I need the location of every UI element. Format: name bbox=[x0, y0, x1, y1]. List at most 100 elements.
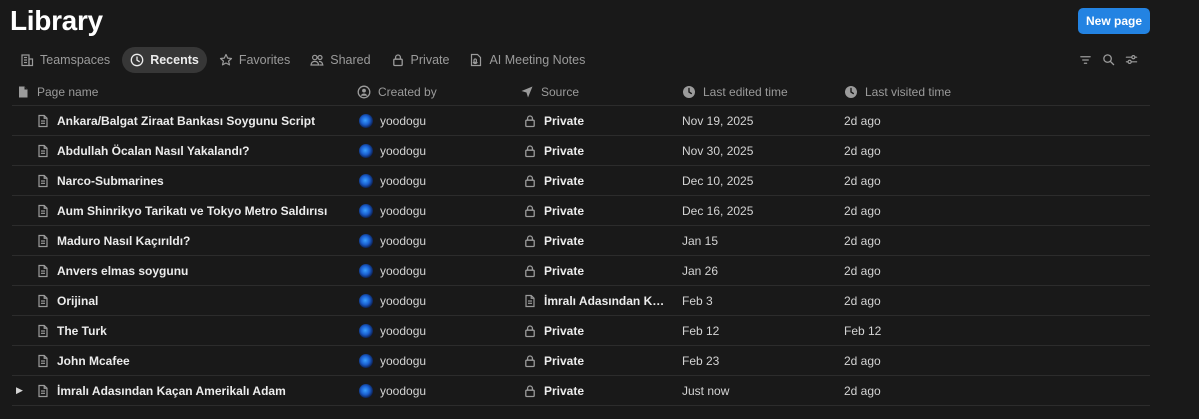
last-visited-value: Feb 12 bbox=[844, 323, 882, 338]
table-row[interactable]: Anvers elmas soygunu yoodogu Private Jan 26… bbox=[12, 256, 1150, 286]
source-cell: Private bbox=[523, 316, 683, 345]
table-row[interactable]: Abdullah Öcalan Nasıl Yakalandı? yoodogu P… bbox=[12, 136, 1150, 166]
new-page-button[interactable]: New page bbox=[1078, 8, 1150, 34]
tab-ai-meeting-notes[interactable]: AI Meeting Notes bbox=[461, 47, 593, 73]
column-header-source[interactable]: Source bbox=[520, 78, 680, 105]
last-edited-cell: Jan 15 bbox=[682, 226, 842, 255]
source-cell: İmralı Adasından Kaçan Amerikalı Adam bbox=[523, 286, 683, 315]
tab-label: Favorites bbox=[238, 53, 291, 67]
search-icon[interactable] bbox=[1102, 52, 1115, 67]
page-icon bbox=[36, 264, 50, 278]
last-visited-cell: 2d ago bbox=[844, 136, 1004, 165]
last-edited-cell: Feb 12 bbox=[682, 316, 842, 345]
column-header-last-visited[interactable]: Last visited time bbox=[844, 78, 1004, 105]
page-name-cell[interactable]: Maduro Nasıl Kaçırıldı? bbox=[36, 226, 376, 255]
page-name: Aum Shinrikyo Tarikatı ve Tokyo Metro Sa… bbox=[57, 203, 328, 218]
created-by-cell: yoodogu bbox=[359, 286, 519, 315]
tab-label: Private bbox=[410, 53, 450, 67]
column-header-last-edited[interactable]: Last edited time bbox=[682, 78, 842, 105]
page-name-cell[interactable]: Anvers elmas soygunu bbox=[36, 256, 376, 285]
source-cell: Private bbox=[523, 256, 683, 285]
page-name-cell[interactable]: The Turk bbox=[36, 316, 376, 345]
source-label: İmralı Adasından Kaçan Amerikalı Adam bbox=[544, 293, 669, 308]
lock-icon bbox=[523, 174, 537, 188]
table-row[interactable]: Ankara/Balgat Ziraat Bankası Soygunu Scr… bbox=[12, 106, 1150, 136]
column-header-created-by[interactable]: Created by bbox=[357, 78, 517, 105]
table-row[interactable]: John Mcafee yoodogu Private Feb 23 2d ago bbox=[12, 346, 1150, 376]
table-row[interactable]: Orijinal yoodogu İmralı Adasından Kaçan Am… bbox=[12, 286, 1150, 316]
table-row[interactable]: Aum Shinrikyo Tarikatı ve Tokyo Metro Sa… bbox=[12, 196, 1150, 226]
last-visited-cell: 2d ago bbox=[844, 166, 1004, 195]
creator-name: yoodogu bbox=[380, 173, 427, 188]
tab-private[interactable]: Private bbox=[383, 47, 458, 73]
last-visited-value: 2d ago bbox=[844, 113, 881, 128]
created-by-cell: yoodogu bbox=[359, 196, 519, 225]
table-body: Ankara/Balgat Ziraat Bankası Soygunu Scr… bbox=[12, 106, 1152, 406]
pages-table: Page name Created by Source Last edited … bbox=[12, 78, 1152, 406]
source-cell: Private bbox=[523, 106, 683, 135]
creator-name: yoodogu bbox=[380, 353, 427, 368]
page-name-cell[interactable]: Orijinal bbox=[36, 286, 376, 315]
last-edited-value: Jan 15 bbox=[682, 233, 719, 248]
page-name: Maduro Nasıl Kaçırıldı? bbox=[57, 233, 191, 248]
last-edited-cell: Dec 10, 2025 bbox=[682, 166, 842, 195]
page-name-cell[interactable]: İmralı Adasından Kaçan Amerikalı Adam bbox=[36, 376, 376, 405]
avatar bbox=[359, 353, 373, 368]
clock-icon bbox=[683, 85, 695, 98]
avatar bbox=[359, 113, 373, 128]
source-cell: Private bbox=[523, 136, 683, 165]
last-visited-cell: 2d ago bbox=[844, 106, 1004, 135]
filter-icon[interactable] bbox=[1079, 52, 1092, 67]
creator-name: yoodogu bbox=[380, 143, 427, 158]
avatar bbox=[359, 173, 373, 188]
sliders-icon[interactable] bbox=[1125, 52, 1138, 67]
page-title: Library bbox=[10, 5, 103, 36]
page-icon bbox=[36, 294, 50, 308]
created-by-cell: yoodogu bbox=[359, 226, 519, 255]
last-edited-value: Jan 26 bbox=[682, 263, 719, 278]
tab-shared[interactable]: Shared bbox=[302, 47, 378, 73]
last-edited-value: Just now bbox=[682, 383, 730, 398]
lock-icon bbox=[391, 53, 405, 67]
page-name-cell[interactable]: Aum Shinrikyo Tarikatı ve Tokyo Metro Sa… bbox=[36, 196, 376, 225]
created-by-cell: yoodogu bbox=[359, 346, 519, 375]
creator-name: yoodogu bbox=[380, 113, 427, 128]
source-cell: Private bbox=[523, 196, 683, 225]
tab-label: AI Meeting Notes bbox=[489, 53, 586, 67]
created-by-cell: yoodogu bbox=[359, 106, 519, 135]
source-label: Private bbox=[544, 203, 585, 218]
last-visited-cell: 2d ago bbox=[844, 346, 1004, 375]
created-by-cell: yoodogu bbox=[359, 166, 519, 195]
clock-icon bbox=[845, 85, 857, 98]
clock-icon bbox=[130, 53, 144, 67]
table-row[interactable]: ▶ İmralı Adasından Kaçan Amerikalı Adam yo… bbox=[12, 376, 1150, 406]
column-header-page-name[interactable]: Page name bbox=[16, 78, 356, 105]
last-visited-value: 2d ago bbox=[844, 143, 881, 158]
avatar bbox=[359, 233, 373, 248]
last-visited-cell: 2d ago bbox=[844, 256, 1004, 285]
creator-name: yoodogu bbox=[380, 293, 427, 308]
table-row[interactable]: The Turk yoodogu Private Feb 12 Feb 12 bbox=[12, 316, 1150, 346]
page-icon bbox=[36, 144, 50, 158]
table-row[interactable]: Maduro Nasıl Kaçırıldı? yoodogu Private Jan… bbox=[12, 226, 1150, 256]
last-visited-cell: 2d ago bbox=[844, 286, 1004, 315]
avatar bbox=[359, 203, 373, 218]
page-name-cell[interactable]: Narco-Submarines bbox=[36, 166, 376, 195]
page-icon bbox=[19, 86, 28, 97]
tab-recents[interactable]: Recents bbox=[122, 47, 207, 73]
last-visited-cell: 2d ago bbox=[844, 196, 1004, 225]
page-name-cell[interactable]: John Mcafee bbox=[36, 346, 376, 375]
source-label: Private bbox=[544, 233, 585, 248]
source-cell: Private bbox=[523, 346, 683, 375]
page-name-cell[interactable]: Abdullah Öcalan Nasıl Yakalandı? bbox=[36, 136, 376, 165]
creator-name: yoodogu bbox=[380, 233, 427, 248]
creator-name: yoodogu bbox=[380, 263, 427, 278]
last-edited-cell: Nov 19, 2025 bbox=[682, 106, 842, 135]
expand-arrow-icon[interactable]: ▶ bbox=[16, 376, 23, 405]
source-label: Private bbox=[544, 263, 585, 278]
tab-teamspaces[interactable]: Teamspaces bbox=[12, 47, 118, 73]
tab-favorites[interactable]: Favorites bbox=[211, 47, 298, 73]
source-label: Private bbox=[544, 143, 585, 158]
page-name-cell[interactable]: Ankara/Balgat Ziraat Bankası Soygunu Scr… bbox=[36, 106, 376, 135]
table-row[interactable]: Narco-Submarines yoodogu Private Dec 10, 20… bbox=[12, 166, 1150, 196]
